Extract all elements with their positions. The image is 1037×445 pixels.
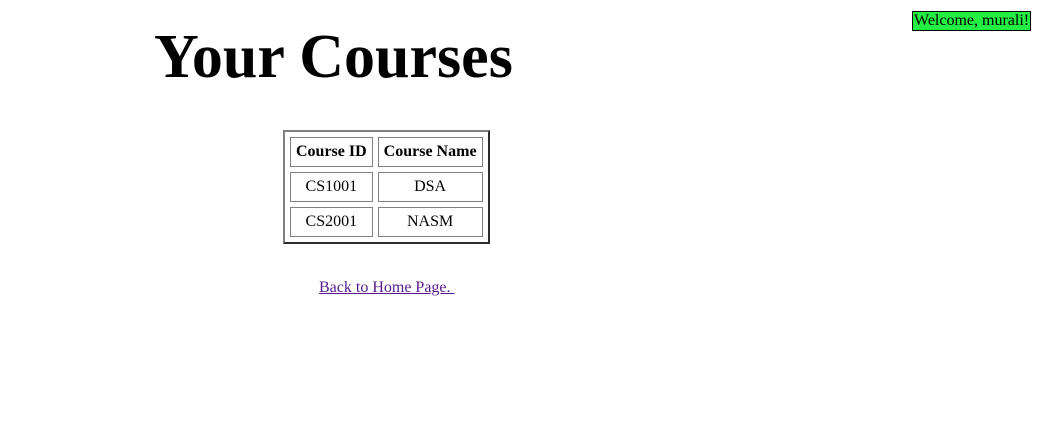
table-row: CS1001 DSA: [290, 172, 483, 202]
course-name-cell: NASM: [377, 207, 483, 237]
back-to-home-link[interactable]: Back to Home Page.: [319, 279, 455, 297]
page-title: Your Courses: [154, 23, 513, 91]
column-header-course-name: Course Name: [377, 137, 483, 167]
course-id-cell: CS1001: [290, 172, 373, 202]
courses-table: Course ID Course Name CS1001 DSA CS2001 …: [283, 130, 490, 244]
course-id-cell: CS2001: [290, 207, 373, 237]
table-header-row: Course ID Course Name: [290, 137, 483, 167]
welcome-badge: Welcome, murali!: [912, 11, 1032, 31]
course-name-cell: DSA: [377, 172, 483, 202]
column-header-course-id: Course ID: [290, 137, 373, 167]
table-row: CS2001 NASM: [290, 207, 483, 237]
page: Welcome, murali! Your Courses Course ID …: [0, 0, 1037, 445]
